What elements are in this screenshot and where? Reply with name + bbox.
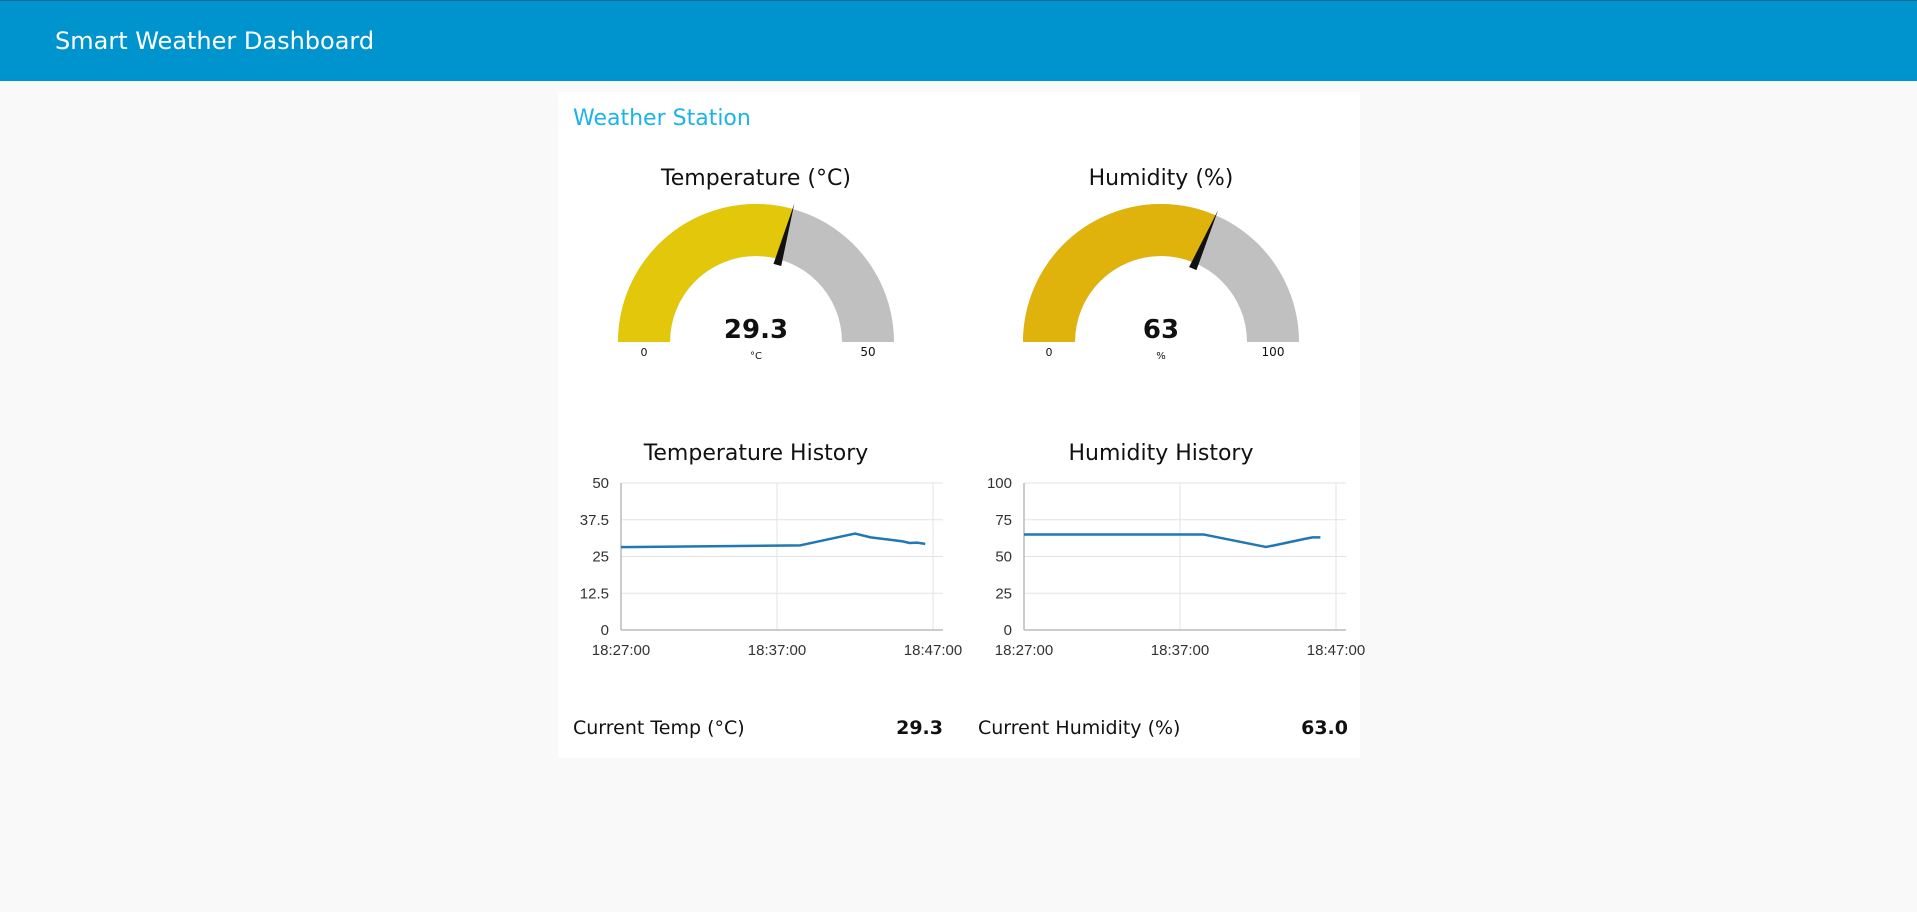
temperature-history-title: Temperature History xyxy=(643,441,869,466)
group-title: Weather Station xyxy=(573,106,751,131)
current-temp-value: 29.3 xyxy=(896,717,943,739)
gauge-unit: °C xyxy=(750,351,762,362)
temperature-history-chart: 0 12.5 25 37.5 50 18:27:00 18:37:00 18:47:00 xyxy=(580,475,962,655)
temperature-gauge-title: Temperature (°C) xyxy=(661,166,851,191)
x-tick-label: 18:27:00 xyxy=(995,642,1053,655)
x-tick-label: 18:37:00 xyxy=(1151,642,1209,655)
humidity-history-chart: 0 25 50 75 100 18:27:00 18:37:00 18:47:00 xyxy=(987,475,1365,655)
app-title: Smart Weather Dashboard xyxy=(55,27,375,55)
gauge-max-label: 100 xyxy=(1262,345,1285,359)
current-humidity-label: Current Humidity (%) xyxy=(978,717,1181,739)
weather-station-panel: Weather Station Temperature (°C) 29.3 °C 0… xyxy=(558,92,1365,758)
y-tick-label: 50 xyxy=(592,475,609,492)
y-tick-label: 100 xyxy=(987,475,1012,492)
gauge-fill xyxy=(1023,204,1216,342)
y-tick-label: 0 xyxy=(1004,622,1012,639)
x-tick-label: 18:27:00 xyxy=(592,642,650,655)
y-tick-label: 12.5 xyxy=(580,585,609,602)
y-tick-label: 25 xyxy=(592,549,609,566)
current-temp-label: Current Temp (°C) xyxy=(573,717,745,739)
current-temp-row: Current Temp (°C) 29.3 xyxy=(573,717,943,739)
x-tick-label: 18:47:00 xyxy=(904,642,962,655)
top-bar: Smart Weather Dashboard xyxy=(0,0,1917,81)
y-tick-label: 50 xyxy=(995,549,1012,566)
y-tick-label: 25 xyxy=(995,585,1012,602)
gauge-unit: % xyxy=(1156,351,1166,362)
gauge-value: 63 xyxy=(1143,315,1179,345)
y-tick-label: 0 xyxy=(601,622,609,639)
gauge-min-label: 0 xyxy=(1046,346,1053,359)
humidity-gauge-title: Humidity (%) xyxy=(1088,166,1234,191)
y-tick-label: 75 xyxy=(995,512,1012,529)
series-line xyxy=(620,532,926,549)
temperature-gauge: 29.3 °C 0 50 xyxy=(618,203,894,362)
gauge-min-label: 0 xyxy=(641,346,648,359)
y-tick-label: 37.5 xyxy=(580,512,609,529)
x-tick-label: 18:47:00 xyxy=(1307,642,1365,655)
series-line xyxy=(1024,533,1321,549)
humidity-history-title: Humidity History xyxy=(1068,441,1254,466)
gauge-max-label: 50 xyxy=(860,345,875,359)
current-humidity-row: Current Humidity (%) 63.0 xyxy=(978,717,1348,739)
gauge-value: 29.3 xyxy=(724,315,788,345)
x-tick-label: 18:37:00 xyxy=(748,642,806,655)
current-humidity-value: 63.0 xyxy=(1301,717,1348,739)
humidity-gauge: 63% 0 100 xyxy=(1023,204,1299,362)
